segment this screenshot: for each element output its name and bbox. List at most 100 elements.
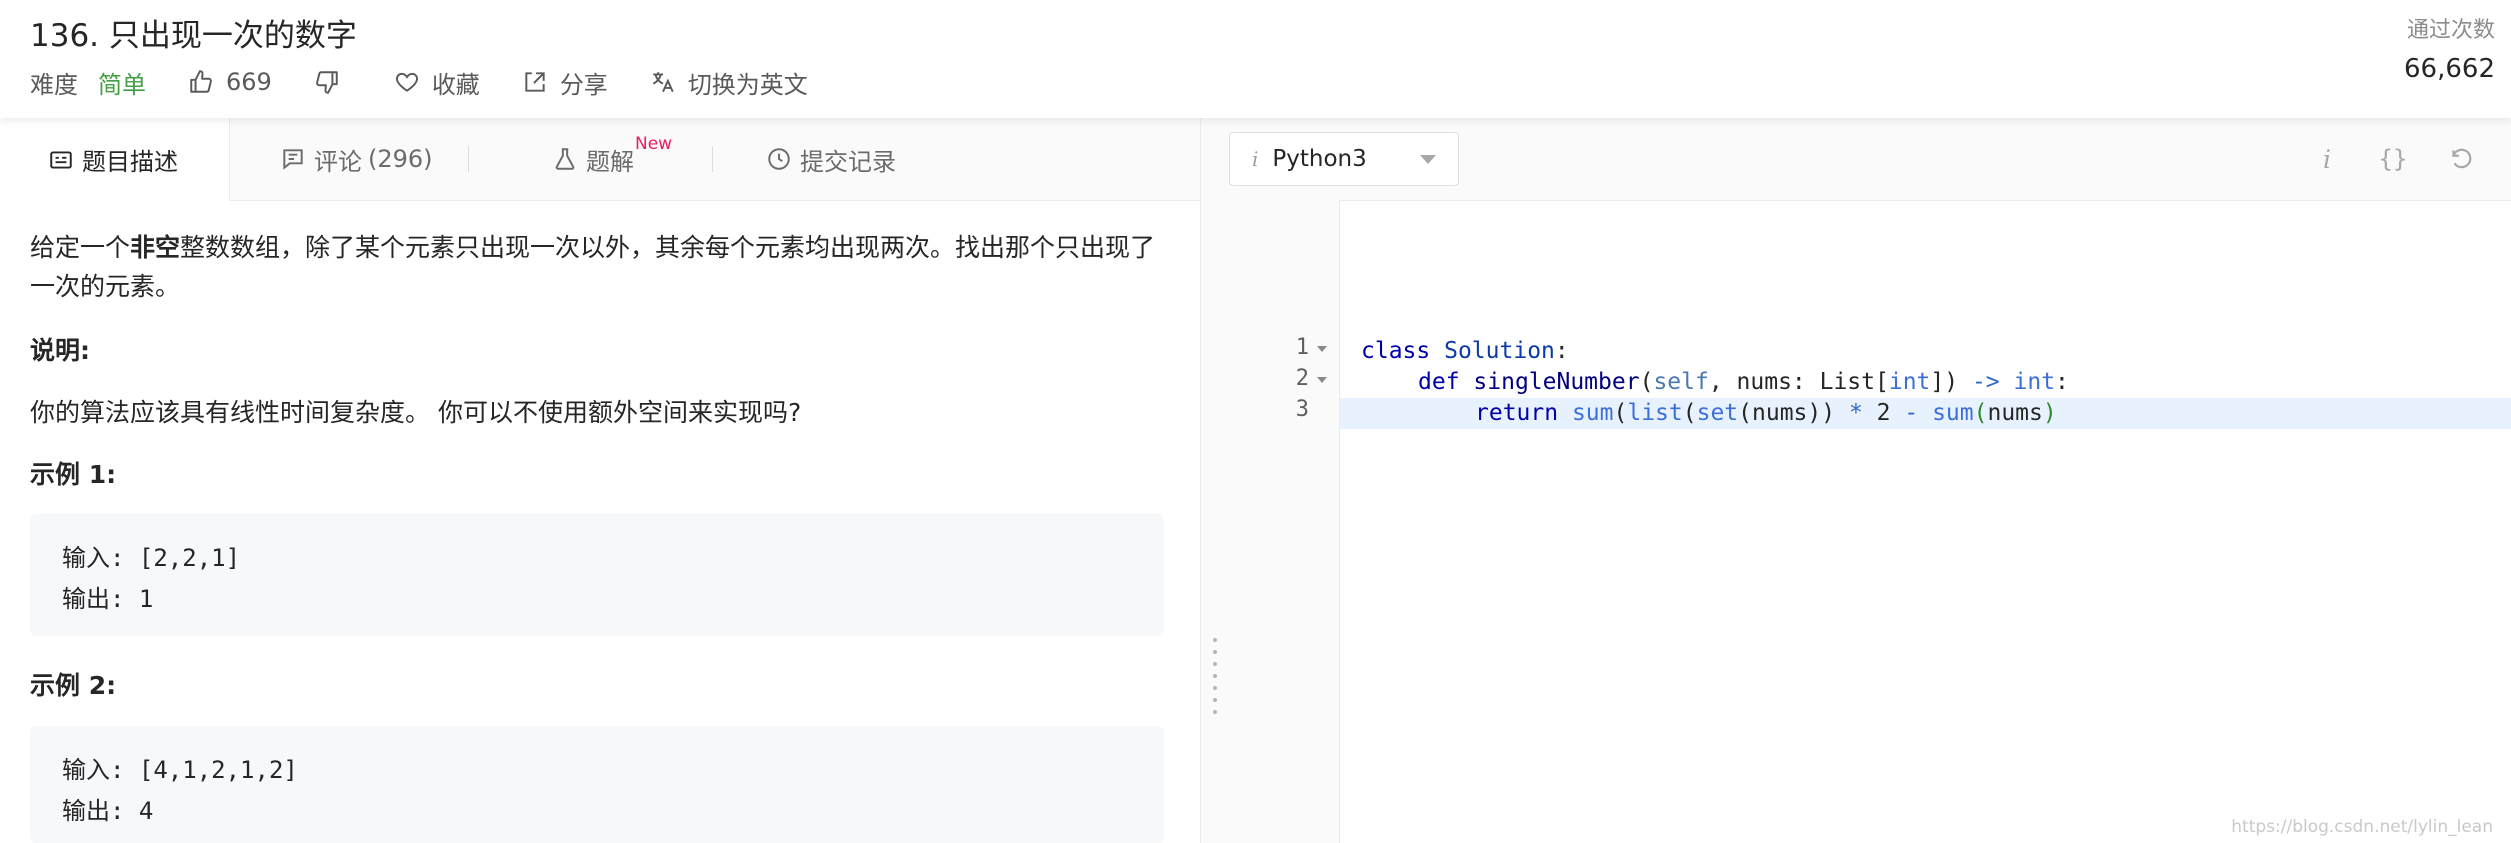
builtin-function: sum: [1932, 400, 1974, 426]
tab-comments[interactable]: 评论 (296): [280, 118, 433, 200]
chevron-down-icon: [1420, 155, 1436, 164]
difficulty: 难度 简单: [30, 65, 146, 100]
format-code-button[interactable]: {}: [2375, 142, 2411, 176]
operator: ->: [1971, 369, 2000, 395]
editor-toolbar: i Python3 i {}: [1229, 118, 2511, 201]
tab-solutions-label: 题解: [586, 147, 634, 176]
example-1-output: 输出: 1: [62, 585, 154, 613]
example-1-input: 输入: [2,2,1]: [62, 544, 241, 572]
tab-description[interactable]: 题目描述: [0, 118, 230, 201]
builtin-function: sum: [1571, 400, 1614, 426]
punctuation: ]): [1930, 369, 1972, 395]
builtin-type: int: [2013, 369, 2056, 395]
reset-code-button[interactable]: [2443, 142, 2479, 176]
example-2-block: 输入: [4,1,2,1,2] 输出: 4: [30, 726, 1164, 843]
info-icon: i: [1252, 147, 1259, 171]
example-2-output: 输出: 4: [62, 797, 154, 825]
difficulty-label: 难度: [30, 70, 78, 99]
problem-title: 136. 只出现一次的数字: [30, 18, 357, 54]
line-number: 1: [1295, 335, 1309, 360]
argument: nums: [1987, 400, 2043, 426]
builtin-type: int: [1888, 369, 1931, 395]
info-button[interactable]: i: [2309, 142, 2345, 176]
info-icon: i: [2323, 144, 2331, 174]
braces-icon: {}: [2378, 145, 2408, 173]
params: , nums: List[: [1708, 369, 1889, 395]
tab-comments-count: (296): [368, 145, 433, 173]
bracket-match: (: [1973, 400, 1988, 426]
keyword: class: [1361, 338, 1431, 364]
description-panel: 题目描述 评论 (296) 题解 New 提交记录 给定一个非空整数数组，除了某…: [0, 118, 1200, 843]
desc-text-pre: 给定一个: [30, 233, 131, 262]
like-count: 669: [226, 68, 272, 96]
dislike-button[interactable]: [314, 69, 352, 95]
bracket-match: ): [2042, 400, 2057, 426]
thumbs-down-icon: [315, 71, 338, 94]
keyword: def: [1418, 369, 1460, 395]
clock-icon: [768, 148, 790, 170]
share-button[interactable]: 分享: [522, 65, 608, 100]
description-icon: [50, 150, 72, 169]
code-line-2[interactable]: def singleNumber(self, nums: List[int]) …: [1418, 367, 2069, 398]
drag-handle-icon: [1213, 638, 1217, 722]
tab-submissions-label: 提交记录: [800, 147, 896, 176]
code-editor-panel: i Python3 i {} 1 2 3 class Solution: def…: [1229, 118, 2511, 843]
heart-icon: [395, 72, 418, 92]
like-button[interactable]: 669: [188, 68, 272, 96]
translate-icon: [652, 72, 674, 93]
tab-submissions[interactable]: 提交记录: [766, 118, 896, 200]
language-select-value: Python3: [1272, 146, 1367, 172]
share-icon: [525, 72, 545, 92]
desc-text-bold: 非空: [130, 233, 181, 262]
flask-icon: [555, 148, 575, 170]
example-2-heading: 示例 2:: [30, 671, 117, 700]
line-number-gutter: 1 2 3: [1229, 200, 1340, 843]
operator: -: [1904, 400, 1919, 426]
watermark: https://blog.csdn.net/lylin_lean: [2231, 817, 2493, 837]
accepted-count-label: 通过次数: [2406, 18, 2495, 43]
fold-arrow-icon[interactable]: [1317, 346, 1327, 352]
switch-language-label: 切换为英文: [687, 70, 808, 99]
comment-icon: [283, 149, 303, 170]
share-label: 分享: [559, 70, 608, 99]
code-line-1[interactable]: class Solution:: [1361, 336, 1569, 367]
number: 2: [1862, 400, 1905, 426]
language-select[interactable]: i Python3: [1229, 132, 1459, 186]
code-line-3[interactable]: return sum(list(set(nums)) * 2 - sum(num…: [1475, 398, 2057, 429]
new-badge: New: [635, 134, 673, 154]
tab-divider: [712, 146, 713, 172]
punctuation: (nums)): [1738, 400, 1849, 426]
tab-solutions[interactable]: 题解: [552, 118, 634, 200]
difficulty-value: 简单: [98, 70, 146, 99]
example-1-heading: 示例 1:: [30, 460, 117, 489]
tab-divider: [468, 146, 469, 172]
line-number: 3: [1295, 397, 1309, 422]
builtin-function: list: [1627, 400, 1683, 426]
note-text: 你的算法应该具有线性时间复杂度。 你可以不使用额外空间来实现吗?: [30, 398, 802, 427]
self-param: self: [1653, 369, 1709, 395]
note-heading: 说明:: [30, 336, 90, 365]
desc-text-post: 整数数组，除了某个元素只出现一次以外，其余每个元素均出现两次。找出那个只出现了一…: [30, 233, 1156, 301]
panel-resize-handle[interactable]: [1200, 118, 1230, 843]
punctuation: :: [1554, 338, 1569, 364]
operator: *: [1848, 400, 1863, 426]
punctuation: (: [1613, 400, 1628, 426]
punctuation: (: [1639, 369, 1654, 395]
builtin-function: set: [1696, 400, 1739, 426]
undo-icon: [2452, 148, 2472, 169]
description-tabs: 题目描述 评论 (296) 题解 New 提交记录: [0, 118, 1200, 201]
switch-language-button[interactable]: 切换为英文: [650, 65, 808, 100]
problem-header: 136. 只出现一次的数字 难度 简单 669 收藏 分享 切换为英文 通过次数…: [0, 0, 2511, 118]
punctuation: (: [1682, 400, 1697, 426]
collect-button[interactable]: 收藏: [394, 65, 480, 100]
example-2-input: 输入: [4,1,2,1,2]: [62, 756, 298, 784]
class-name: Solution: [1444, 338, 1555, 364]
function-name: singleNumber: [1473, 369, 1640, 395]
tab-comments-label: 评论: [314, 147, 362, 176]
punctuation: :: [2055, 369, 2069, 395]
fold-arrow-icon[interactable]: [1317, 377, 1327, 383]
collect-label: 收藏: [431, 70, 480, 99]
line-number: 2: [1295, 366, 1309, 391]
